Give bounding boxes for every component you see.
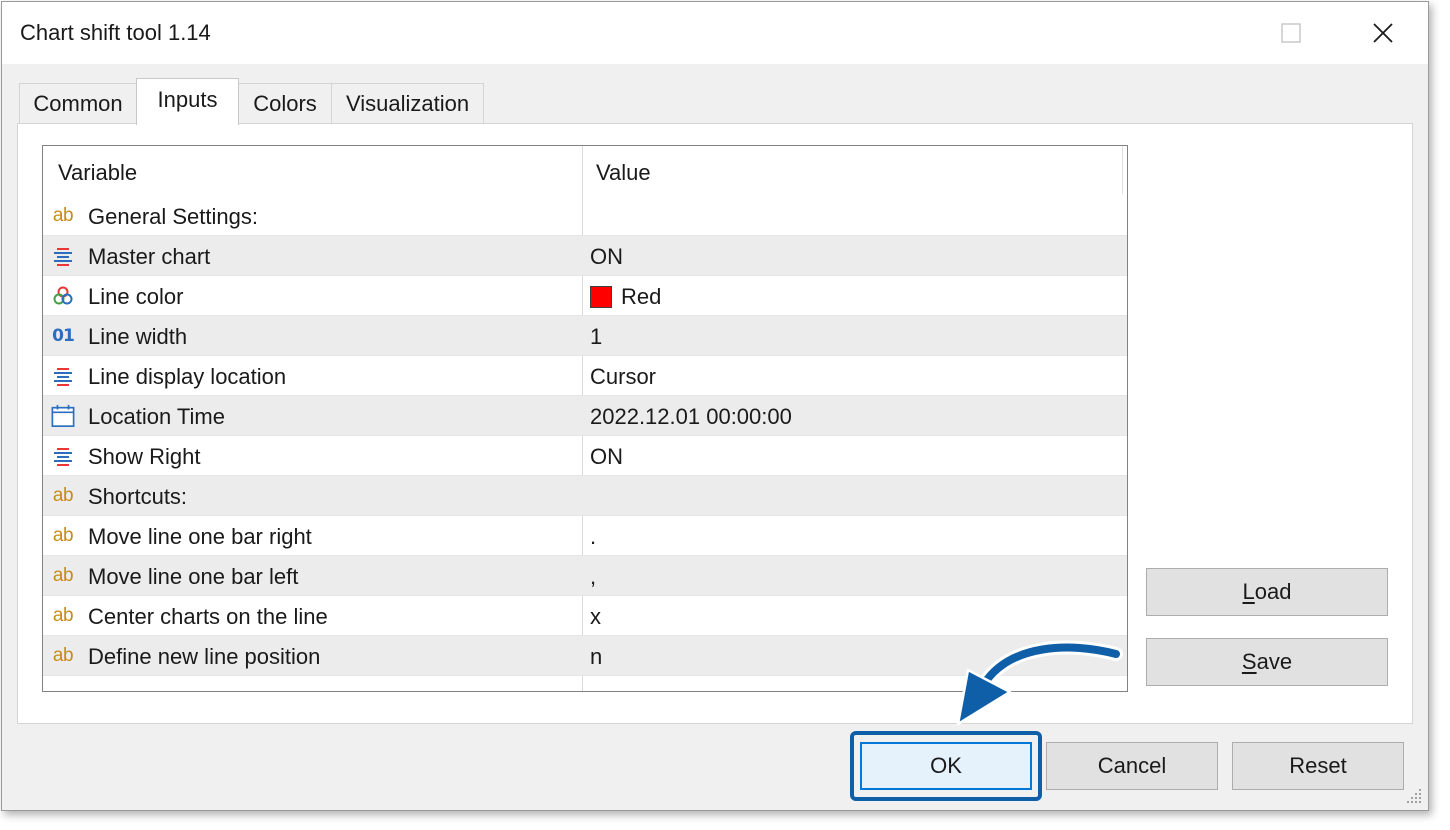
variable-value[interactable]: ON (590, 444, 623, 470)
variable-value[interactable]: , (590, 564, 596, 590)
variable-name: Line display location (88, 364, 287, 389)
tab-visualization[interactable]: Visualization (331, 83, 484, 123)
grid-row[interactable]: ab Shortcuts: (43, 476, 1127, 516)
enum-list-icon (51, 444, 75, 468)
variable-value-text: n (590, 644, 603, 669)
variable-name: Line color (88, 284, 184, 309)
variable-value-text: ON (590, 444, 623, 469)
variable-name: Center charts on the line (88, 604, 328, 629)
variable-name: Define new line position (88, 644, 321, 669)
variable-name: Shortcuts: (88, 484, 188, 509)
save-button[interactable]: Save (1146, 638, 1388, 686)
variable-value[interactable]: . (590, 524, 596, 550)
reset-button[interactable]: Reset (1232, 742, 1404, 790)
variable-value[interactable]: 1 (590, 324, 602, 350)
grid-row[interactable]: ab Center charts on the line x (43, 596, 1127, 636)
maximize-button[interactable] (1268, 10, 1314, 56)
pointer-arrow-icon (956, 640, 1123, 726)
grid-header: Variable Value (43, 146, 1123, 196)
load-button[interactable]: Load (1146, 568, 1388, 616)
tab-inputs[interactable]: Inputs (136, 78, 239, 125)
tab-common[interactable]: Common (19, 83, 137, 123)
color-icon (51, 284, 75, 308)
ab-string-icon: ab (52, 565, 74, 586)
cancel-button[interactable]: Cancel (1046, 742, 1218, 790)
variable-value[interactable]: Cursor (590, 364, 656, 390)
save-rest: ave (1256, 649, 1293, 674)
ab-string-icon: ab (52, 645, 74, 666)
tab-colors[interactable]: Colors (238, 83, 332, 123)
variable-value-text: 1 (590, 324, 603, 349)
integer-icon: 01 (52, 326, 75, 346)
grid-row[interactable]: Line display location Cursor (43, 356, 1127, 396)
calendar-icon (51, 404, 75, 428)
maximize-icon (1281, 23, 1301, 43)
variable-value-text: Cursor (590, 364, 657, 389)
variable-name: Move line one bar left (88, 564, 299, 589)
inputs-grid: Variable Value ab General Settings: Master… (42, 145, 1128, 692)
ok-button[interactable]: OK (860, 742, 1032, 790)
variable-name: Show Right (88, 444, 201, 469)
save-accel: S (1241, 649, 1257, 674)
variable-name: Master chart (88, 244, 211, 269)
header-value[interactable]: Value (596, 160, 651, 186)
variable-value[interactable]: Red (590, 284, 661, 310)
ab-string-icon: ab (52, 525, 74, 546)
variable-name: Location Time (88, 404, 225, 429)
grid-row[interactable]: ab Move line one bar right. (43, 516, 1127, 556)
enum-list-icon (51, 364, 75, 388)
window-title: Chart shift tool 1.14 (20, 20, 211, 45)
close-button[interactable] (1360, 10, 1406, 56)
title-bar: Chart shift tool 1.14 (2, 2, 1428, 64)
ab-string-icon: ab (52, 485, 74, 506)
color-swatch (590, 286, 612, 308)
grid-row[interactable]: ab General Settings: (43, 196, 1127, 236)
variable-value-text: x (590, 604, 601, 629)
ab-string-icon: ab (52, 605, 74, 626)
minimize-icon (1188, 32, 1206, 34)
load-accel: L (1242, 579, 1255, 604)
grid-rows: ab General Settings: Master chart ON Line co… (43, 196, 1127, 676)
ab-string-icon: ab (52, 205, 74, 226)
variable-value[interactable]: 2022.12.01 00:00:00 (590, 404, 792, 430)
variable-value-text: 2022.12.01 00:00:00 (590, 404, 792, 429)
header-divider (1122, 146, 1123, 194)
grid-row[interactable]: Show Right ON (43, 436, 1127, 476)
variable-value-text: . (590, 524, 597, 549)
variable-name: Line width (88, 324, 188, 349)
variable-name: Move line one bar right (88, 524, 312, 549)
grid-row[interactable]: Master chart ON (43, 236, 1127, 276)
grid-row[interactable]: ab Move line one bar left, (43, 556, 1127, 596)
variable-value[interactable]: x (590, 604, 601, 630)
variable-value[interactable]: ON (590, 244, 623, 270)
minimize-button[interactable] (1174, 10, 1220, 56)
load-rest: oad (1254, 579, 1292, 604)
grid-row[interactable]: Line color Red (43, 276, 1127, 316)
close-icon (1373, 23, 1393, 43)
header-variable[interactable]: Variable (58, 160, 137, 186)
grid-row[interactable]: Location Time 2022.12.01 00:00:00 (43, 396, 1127, 436)
enum-list-icon (51, 244, 75, 268)
variable-value[interactable]: n (590, 644, 602, 670)
resize-grip-icon[interactable] (1404, 786, 1424, 806)
variable-name: General Settings: (88, 204, 258, 229)
grid-row[interactable]: 01 Line width 1 (43, 316, 1127, 356)
variable-value-text: Red (621, 284, 662, 309)
variable-value-text: ON (590, 244, 623, 269)
variable-value-text: , (590, 564, 597, 589)
